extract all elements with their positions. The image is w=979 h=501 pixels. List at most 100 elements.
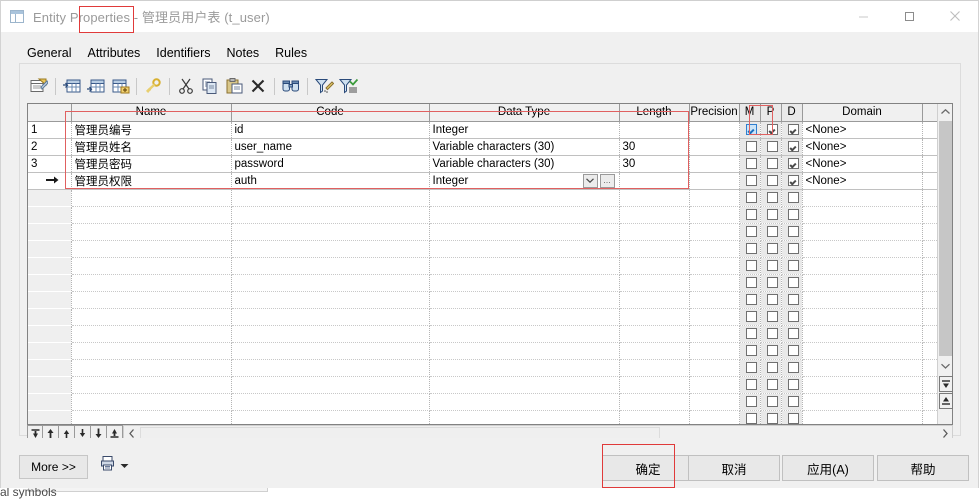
cell-primary-checkbox[interactable]: [766, 209, 778, 221]
cell-data-type[interactable]: Integer…: [429, 172, 620, 190]
cell-displayed[interactable]: [781, 240, 803, 258]
cell-length[interactable]: [619, 325, 690, 343]
goto-top-icon[interactable]: [939, 376, 953, 392]
cell-displayed-checkbox[interactable]: [787, 141, 799, 153]
print-list-icon[interactable]: [101, 456, 115, 474]
cell-length[interactable]: [619, 121, 690, 139]
scroll-up-icon[interactable]: [938, 104, 953, 120]
key-icon[interactable]: [141, 74, 165, 98]
cell-primary-checkbox[interactable]: [766, 362, 778, 374]
cell-mandatory[interactable]: [739, 206, 761, 224]
column-header-code[interactable]: Code: [231, 104, 430, 122]
cell-name[interactable]: 管理员权限: [71, 172, 232, 190]
tab-rules[interactable]: Rules: [267, 44, 315, 63]
cell-primary-checkbox[interactable]: [766, 192, 778, 204]
cell-data-type[interactable]: Variable characters (30): [429, 155, 620, 173]
cell-displayed-checkbox[interactable]: [787, 379, 799, 391]
cell-code[interactable]: [231, 223, 430, 241]
cell-displayed-checkbox[interactable]: [787, 277, 799, 289]
cell-name[interactable]: [71, 206, 232, 224]
table-row[interactable]: [28, 392, 938, 411]
cell-mandatory-checkbox[interactable]: [745, 362, 757, 374]
cell-primary-checkbox[interactable]: [766, 124, 778, 136]
cell-domain[interactable]: [802, 189, 923, 207]
cell-domain[interactable]: [802, 274, 923, 292]
tab-notes[interactable]: Notes: [219, 44, 268, 63]
cell-mandatory[interactable]: [739, 155, 761, 173]
table-row[interactable]: [28, 409, 938, 424]
column-header-mandatory[interactable]: M: [739, 104, 761, 122]
cell-displayed[interactable]: [781, 223, 803, 241]
cell-data-type[interactable]: [429, 189, 620, 207]
cell-primary-checkbox[interactable]: [766, 311, 778, 323]
cell-displayed-checkbox[interactable]: [787, 192, 799, 204]
cell-name[interactable]: [71, 342, 232, 360]
cell-displayed-checkbox[interactable]: [787, 243, 799, 255]
table-row[interactable]: [28, 188, 938, 207]
cell-precision[interactable]: [689, 121, 740, 139]
cell-mandatory[interactable]: [739, 223, 761, 241]
cell-code[interactable]: [231, 291, 430, 309]
cell-primary-checkbox[interactable]: [766, 345, 778, 357]
cell-displayed-checkbox[interactable]: [787, 413, 799, 424]
cell-primary-checkbox[interactable]: [766, 277, 778, 289]
cell-code[interactable]: [231, 274, 430, 292]
cell-length[interactable]: 30: [619, 155, 690, 173]
row-header[interactable]: [28, 256, 72, 275]
row-header[interactable]: [28, 358, 72, 377]
cell-primary-checkbox[interactable]: [766, 158, 778, 170]
cell-mandatory[interactable]: [739, 240, 761, 258]
cell-displayed[interactable]: [781, 155, 803, 173]
column-header-precision[interactable]: Precision: [689, 104, 740, 122]
cell-code[interactable]: auth: [231, 172, 430, 190]
table-row[interactable]: 2 管理员姓名 user_name Variable characters (30) 3…: [28, 137, 938, 156]
cell-precision[interactable]: [689, 257, 740, 275]
cell-primary[interactable]: [760, 240, 782, 258]
cell-displayed[interactable]: [781, 138, 803, 156]
copy-icon[interactable]: [198, 74, 222, 98]
cancel-button[interactable]: 取消: [688, 455, 780, 481]
row-header[interactable]: 1: [28, 120, 72, 139]
cell-precision[interactable]: [689, 223, 740, 241]
cell-length[interactable]: [619, 359, 690, 377]
cell-code[interactable]: [231, 393, 430, 411]
cell-name[interactable]: [71, 410, 232, 424]
chevron-down-icon[interactable]: [582, 173, 598, 188]
column-header-length[interactable]: Length: [619, 104, 690, 122]
cell-displayed[interactable]: [781, 359, 803, 377]
cell-name[interactable]: [71, 308, 232, 326]
table-row[interactable]: [28, 324, 938, 343]
table-row[interactable]: [28, 307, 938, 326]
cell-primary-checkbox[interactable]: [766, 379, 778, 391]
cell-data-type[interactable]: [429, 308, 620, 326]
cell-primary[interactable]: [760, 291, 782, 309]
tab-attributes[interactable]: Attributes: [79, 44, 148, 63]
cell-domain[interactable]: <None>: [802, 138, 923, 156]
cell-name[interactable]: [71, 257, 232, 275]
cell-primary[interactable]: [760, 172, 782, 190]
add-new-icon[interactable]: [108, 74, 132, 98]
table-row[interactable]: [28, 222, 938, 241]
cell-displayed[interactable]: [781, 189, 803, 207]
cell-precision[interactable]: [689, 189, 740, 207]
cell-code[interactable]: [231, 257, 430, 275]
cell-mandatory[interactable]: [739, 410, 761, 424]
cell-primary[interactable]: [760, 223, 782, 241]
cell-code[interactable]: [231, 325, 430, 343]
table-row[interactable]: [28, 375, 938, 394]
cell-code[interactable]: user_name: [231, 138, 430, 156]
cell-domain[interactable]: [802, 325, 923, 343]
cell-displayed[interactable]: [781, 274, 803, 292]
cell-displayed[interactable]: [781, 121, 803, 139]
delete-icon[interactable]: [246, 74, 270, 98]
cut-icon[interactable]: [174, 74, 198, 98]
cell-code[interactable]: id: [231, 121, 430, 139]
cell-precision[interactable]: [689, 274, 740, 292]
cell-name[interactable]: [71, 240, 232, 258]
cell-domain[interactable]: [802, 410, 923, 424]
cell-displayed-checkbox[interactable]: [787, 260, 799, 272]
cell-primary[interactable]: [760, 342, 782, 360]
table-row[interactable]: [28, 273, 938, 292]
cell-mandatory-checkbox[interactable]: [745, 277, 757, 289]
cell-displayed[interactable]: [781, 257, 803, 275]
